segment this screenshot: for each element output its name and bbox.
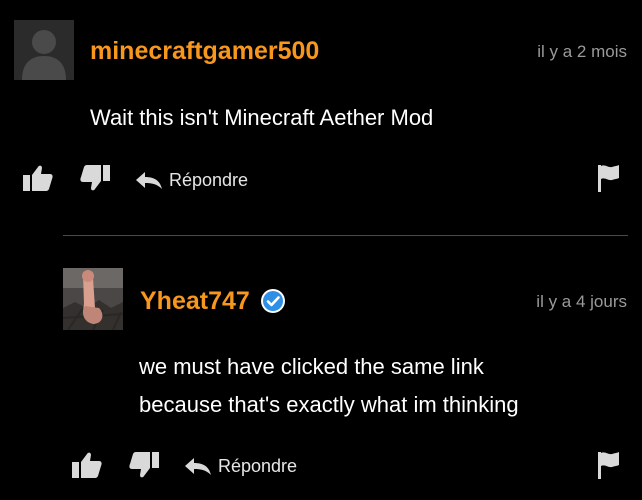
like-button[interactable] [71,450,103,480]
like-button[interactable] [22,163,54,193]
photo-avatar-icon [63,268,123,330]
thumbs-up-icon [72,452,102,478]
reply-button[interactable]: Répondre [184,455,297,477]
comment-text: Wait this isn't Minecraft Aether Mod [90,105,434,130]
thumbs-down-icon [129,452,159,478]
reply-label: Répondre [218,456,298,476]
comment-divider [63,235,628,236]
comment-text-line-2: because that's exactly what im thinking [139,392,519,417]
comment-username[interactable]: minecraftgamer500 [90,36,319,66]
thumbs-up-icon [23,165,53,191]
dislike-button[interactable] [79,163,111,193]
comment-timestamp: il y a 4 jours [536,292,627,311]
comment-header: Yheat747 [140,286,286,316]
reply-arrow-icon [136,172,162,189]
comment-timestamp: il y a 2 mois [537,42,627,61]
reply-button[interactable]: Répondre [135,169,248,191]
thumbs-down-icon [80,165,110,191]
avatar-minecraftgamer500[interactable] [14,20,74,80]
default-avatar-icon [14,20,74,80]
verified-check-icon [260,289,285,313]
dislike-button[interactable] [128,450,160,480]
comment-text-line-1: we must have clicked the same link [139,354,484,379]
avatar-yheat747[interactable] [63,268,123,330]
flag-icon [598,452,619,479]
reply-arrow-icon [185,458,211,475]
flag-icon [598,165,619,192]
reply-label: Répondre [169,170,249,190]
comment-username[interactable]: Yheat747 [140,286,250,316]
flag-button[interactable] [596,163,620,193]
flag-button[interactable] [596,450,620,480]
